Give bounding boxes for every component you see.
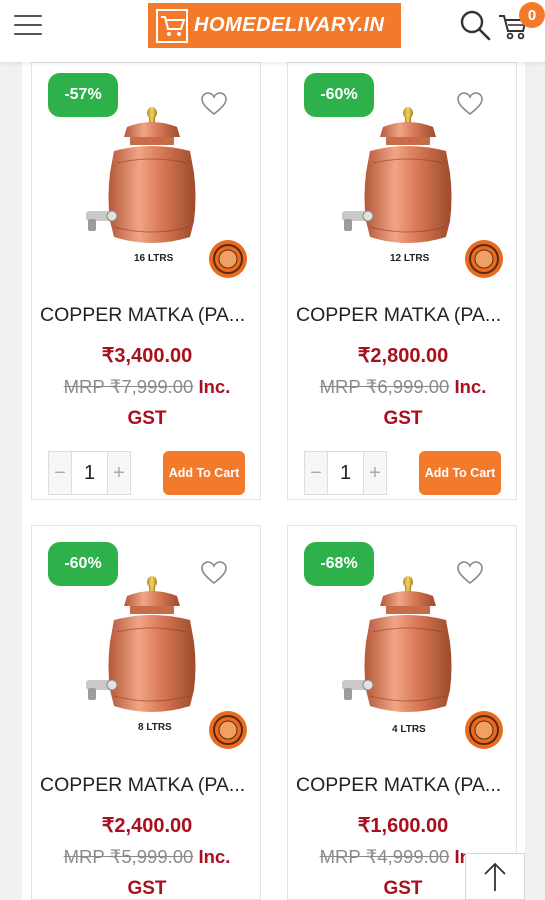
site-logo[interactable]: HOMEDELIVARY.IN xyxy=(148,3,401,48)
mrp-line: MRP ₹7,999.00 Inc. xyxy=(32,376,262,398)
product-card[interactable]: -68% 4 LTRS COPPER MATKA (PA... ₹1,600.0… xyxy=(287,525,517,900)
quantity-value[interactable]: 1 xyxy=(327,452,364,494)
arrow-up-icon xyxy=(484,862,506,891)
product-price: ₹2,400.00 xyxy=(101,815,193,837)
quality-seal-icon xyxy=(465,711,503,749)
quantity-stepper: − 1 + xyxy=(48,451,131,495)
tax-inc-label: Inc. xyxy=(198,376,231,397)
mrp-price: MRP ₹6,999.00 xyxy=(319,376,450,397)
add-to-cart-button[interactable]: Add To Cart xyxy=(419,451,501,495)
header-bar: HOMEDELIVARY.IN 0 xyxy=(0,0,545,62)
product-price: ₹2,800.00 xyxy=(357,345,449,367)
product-title[interactable]: COPPER MATKA (PA... xyxy=(40,304,254,327)
decrease-qty-button[interactable]: − xyxy=(49,452,71,494)
product-title[interactable]: COPPER MATKA (PA... xyxy=(296,774,510,797)
mrp-line: MRP ₹5,999.00 Inc. xyxy=(32,846,262,868)
gst-label: GST xyxy=(383,408,423,429)
tax-inc-label: Inc. xyxy=(198,846,231,867)
increase-qty-button[interactable]: + xyxy=(364,452,386,494)
mrp-price: MRP ₹4,999.00 xyxy=(319,846,450,867)
copper-matka-image[interactable] xyxy=(72,103,222,263)
product-card[interactable]: -60% 8 LTRS COPPER MATKA (PA... ₹2,400.0… xyxy=(31,525,261,900)
product-card[interactable]: -57% 16 LTRS COPPER MATKA (PA... ₹3,400.… xyxy=(31,62,261,500)
capacity-label: 12 LTRS xyxy=(390,253,430,264)
scroll-to-top-button[interactable] xyxy=(465,853,525,900)
increase-qty-button[interactable]: + xyxy=(108,452,130,494)
copper-matka-image[interactable] xyxy=(328,572,478,732)
capacity-label: 4 LTRS xyxy=(392,724,426,735)
search-icon[interactable] xyxy=(458,8,492,42)
mrp-line: MRP ₹6,999.00 Inc. xyxy=(288,376,518,398)
capacity-label: 8 LTRS xyxy=(138,722,172,733)
decrease-qty-button[interactable]: − xyxy=(305,452,327,494)
quantity-stepper: − 1 + xyxy=(304,451,387,495)
mrp-price: MRP ₹7,999.00 xyxy=(63,376,194,397)
cart-count-badge: 0 xyxy=(519,2,545,28)
copper-matka-image[interactable] xyxy=(328,103,478,263)
add-to-cart-button[interactable]: Add To Cart xyxy=(163,451,245,495)
capacity-label: 16 LTRS xyxy=(134,253,174,264)
product-price: ₹1,600.00 xyxy=(357,815,449,837)
copper-matka-image[interactable] xyxy=(72,572,222,732)
quantity-value[interactable]: 1 xyxy=(71,452,108,494)
product-card[interactable]: -60% 12 LTRS COPPER MATKA (PA... ₹2,800.… xyxy=(287,62,517,500)
gst-label: GST xyxy=(127,878,167,899)
quality-seal-icon xyxy=(465,240,503,278)
logo-text: HOMEDELIVARY.IN xyxy=(194,14,385,36)
quality-seal-icon xyxy=(209,240,247,278)
tax-inc-label: Inc. xyxy=(454,376,487,397)
mrp-price: MRP ₹5,999.00 xyxy=(63,846,194,867)
quality-seal-icon xyxy=(209,711,247,749)
hamburger-menu-icon[interactable] xyxy=(14,15,42,37)
logo-cart-icon xyxy=(156,8,188,43)
product-title[interactable]: COPPER MATKA (PA... xyxy=(40,774,254,797)
product-price: ₹3,400.00 xyxy=(101,345,193,367)
gst-label: GST xyxy=(127,408,167,429)
product-title[interactable]: COPPER MATKA (PA... xyxy=(296,304,510,327)
